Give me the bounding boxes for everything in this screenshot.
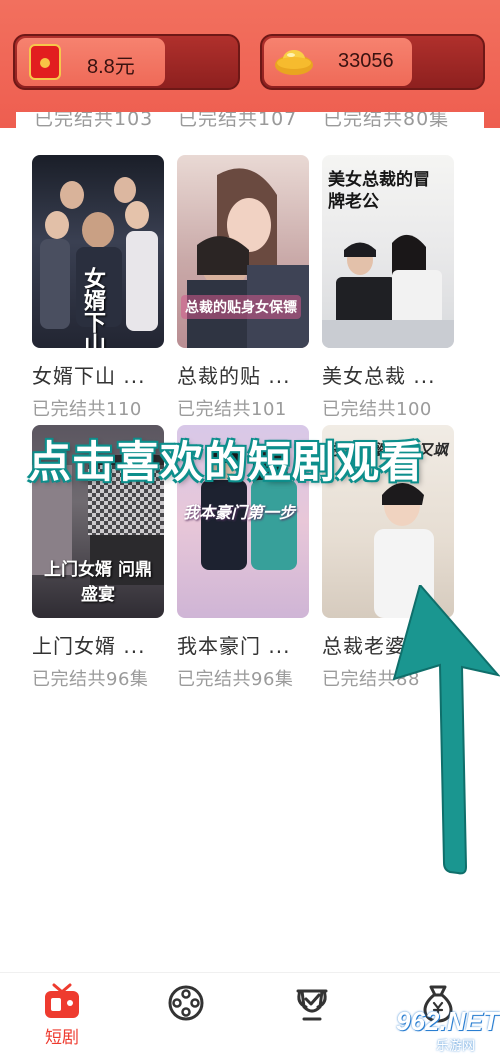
drama-title: 总裁的贴 ...	[177, 364, 291, 388]
drama-poster[interactable]: 女婿下山	[32, 155, 164, 348]
film-reel-icon	[168, 985, 204, 1021]
drama-title: 我本豪门 ...	[177, 634, 291, 658]
poster-title: 美女总裁的冒牌老公	[328, 170, 430, 212]
drama-title: 美女总裁 ...	[322, 364, 436, 388]
partial-subtitle: 已完结共80集	[323, 112, 450, 130]
red-envelope-icon	[29, 44, 61, 80]
poster-title: 上门女婿 问鼎盛宴	[44, 560, 152, 605]
drama-card[interactable]: 女婿下山 女婿下山 ... 已完结共110	[32, 155, 164, 421]
partial-subtitle: 已完结共103	[34, 112, 154, 130]
drama-card[interactable]: 美女总裁的冒牌老公 美女总裁 ... 已完结共100	[322, 155, 454, 421]
drama-card[interactable]: 总裁的贴身女保镖 总裁的贴 ... 已完结共101	[177, 155, 309, 421]
top-header: 8.8元 33056	[0, 0, 500, 128]
drama-poster[interactable]: 美女总裁的冒牌老公	[322, 155, 454, 348]
watermark-logo: 962.NET 乐游网	[366, 1002, 499, 1054]
nav-label: 短剧	[45, 1028, 79, 1048]
coin-balance-pill[interactable]: 33056	[260, 34, 485, 90]
poster-title: 女婿下山	[80, 267, 105, 348]
partial-row: 已完结共103 已完结共107 已完结共80集	[16, 112, 484, 130]
poster-title: 我本豪门第一步	[183, 503, 296, 522]
drama-episodes: 已完结共101	[177, 399, 287, 420]
nav-item-rewards[interactable]	[282, 983, 342, 1023]
coin-value: 33056	[338, 50, 394, 72]
nav-item-theater[interactable]	[156, 983, 216, 1023]
cash-balance-pill[interactable]: 8.8元	[13, 34, 240, 90]
poster-title: 总裁的贴身女保镖	[181, 295, 301, 319]
arrow-up-icon	[392, 585, 500, 875]
watermark-sub: 乐游网	[436, 1039, 476, 1054]
drama-title: 女婿下山 ...	[32, 364, 146, 388]
drama-episodes: 已完结共100	[322, 399, 432, 420]
watermark-main: 962.NET	[396, 1006, 499, 1036]
drama-episodes: 已完结共96集	[32, 669, 149, 690]
poster-figures	[187, 168, 309, 348]
trophy-icon	[296, 989, 328, 1021]
tv-icon	[45, 983, 79, 1018]
drama-episodes: 已完结共110	[32, 399, 142, 420]
tutorial-caption: 点击喜欢的短剧观看	[28, 438, 424, 488]
drama-title: 上门女婿 ...	[32, 634, 146, 658]
drama-poster[interactable]: 总裁的贴身女保镖	[177, 155, 309, 348]
gold-ingot-icon	[275, 50, 313, 75]
partial-subtitle: 已完结共107	[178, 112, 298, 130]
nav-item-shortdrama[interactable]: 短剧	[32, 983, 92, 1048]
bottom-nav: 短剧 962.NET 乐游网	[0, 972, 500, 1058]
cash-value: 8.8元	[87, 56, 135, 78]
drama-episodes: 已完结共96集	[177, 669, 294, 690]
